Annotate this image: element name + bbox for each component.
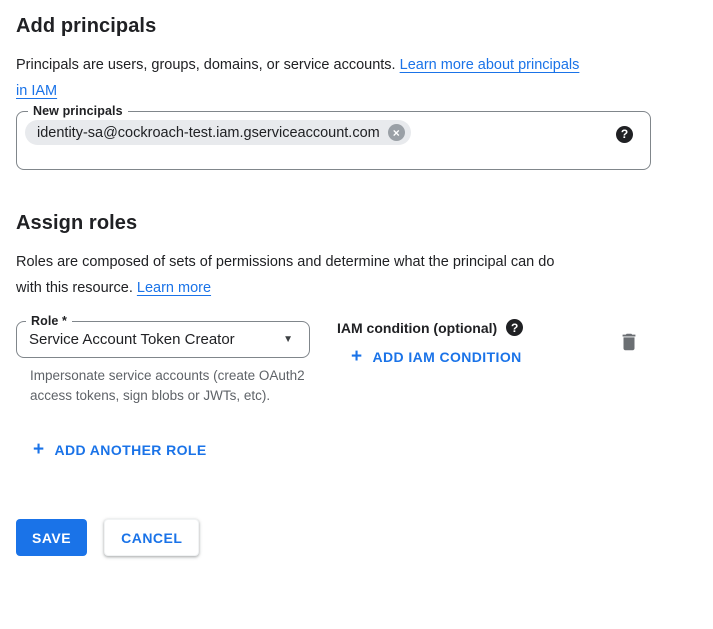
new-principals-field[interactable]: New principals identity-sa@cockroach-tes… [16,104,651,170]
role-binding-row: Role * Service Account Token Creator ▼ I… [16,314,697,406]
assign-roles-description: Roles are composed of sets of permission… [16,249,688,301]
add-principals-title: Add principals [16,0,697,38]
delete-role-button[interactable] [618,331,640,356]
principal-chip-value: identity-sa@cockroach-test.iam.gservicea… [37,125,380,141]
role-helper-text: Impersonate service accounts (create OAu… [30,366,318,406]
add-iam-condition-button[interactable]: + ADD IAM CONDITION [351,347,522,366]
plus-icon: + [351,347,363,366]
iam-condition-label: IAM condition (optional) [337,320,497,336]
add-another-role-button[interactable]: + ADD ANOTHER ROLE [33,440,207,459]
new-principals-chip-row: identity-sa@cockroach-test.iam.gservicea… [25,118,638,145]
iam-condition-column: IAM condition (optional) ? + ADD IAM CON… [337,314,618,406]
iam-condition-help-icon[interactable]: ? [506,319,523,336]
role-select-label: Role * [26,314,72,328]
add-principals-description-text: Principals are users, groups, domains, o… [16,57,396,73]
add-iam-condition-label: ADD IAM CONDITION [373,349,522,365]
learn-more-principals-link-line2: in IAM [16,83,57,99]
learn-more-roles-link[interactable]: Learn more [137,280,211,296]
chip-remove-icon[interactable]: × [388,124,405,141]
principal-chip[interactable]: identity-sa@cockroach-test.iam.gservicea… [25,120,411,145]
role-select-field[interactable]: Role * Service Account Token Creator ▼ [16,314,310,358]
add-another-role-label: ADD ANOTHER ROLE [55,442,207,458]
role-select-value: Service Account Token Creator [29,331,235,348]
dialog-actions: SAVE CANCEL [16,519,697,556]
plus-icon: + [33,440,45,459]
add-principals-panel: Add principals Principals are users, gro… [0,0,713,556]
role-select-value-row[interactable]: Service Account Token Creator ▼ [23,328,299,348]
assign-roles-description-line1: Roles are composed of sets of permission… [16,254,554,270]
trash-icon [618,341,640,356]
assign-roles-title: Assign roles [16,212,697,235]
add-principals-description: Principals are users, groups, domains, o… [16,52,688,104]
iam-condition-label-row: IAM condition (optional) ? [337,319,618,336]
cancel-button[interactable]: CANCEL [104,519,199,556]
learn-more-principals-link-line1: Learn more about principals [400,57,580,73]
delete-role-column [618,314,697,406]
role-column: Role * Service Account Token Creator ▼ I… [16,314,314,406]
assign-roles-description-line2: with this resource. [16,280,133,296]
save-button[interactable]: SAVE [16,519,87,556]
new-principals-help-icon[interactable]: ? [616,126,633,143]
new-principals-label: New principals [28,104,128,118]
chevron-down-icon: ▼ [283,335,293,345]
